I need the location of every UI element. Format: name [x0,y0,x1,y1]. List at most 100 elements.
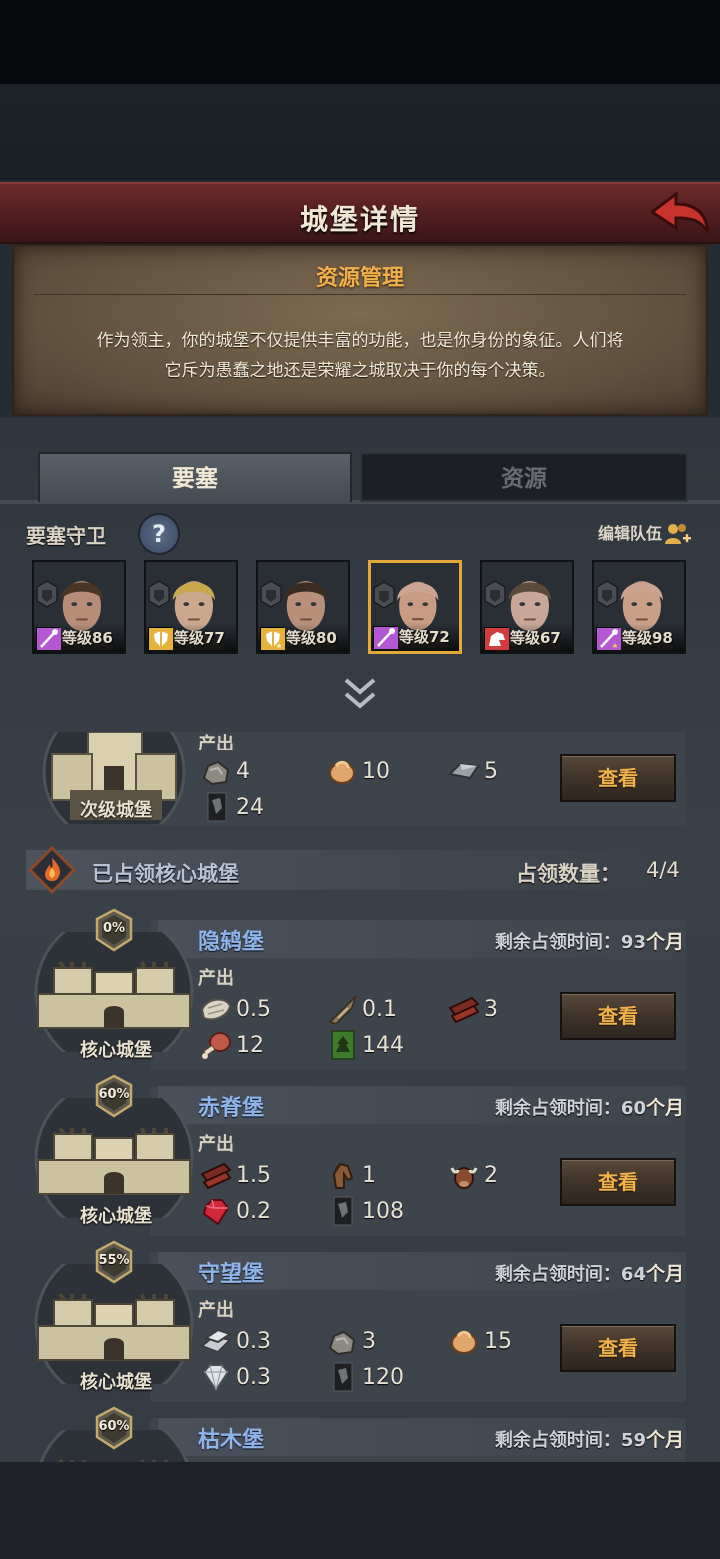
staff-star-role-icon [596,627,621,650]
wood-icon [448,994,480,1024]
back-arrow-icon[interactable] [646,188,712,240]
occupy-count: 4/4 [646,858,680,882]
resource-output: 10 [326,756,390,786]
hero-card[interactable]: 等级77 [144,560,238,654]
staff-role-icon [373,626,398,649]
resource-output: 4 [200,756,250,786]
resource-output: 2 [448,1160,498,1190]
resource-value: 12 [236,1032,264,1058]
castle-name[interactable]: 隐鸫堡 [198,924,264,956]
banner-icon [326,1196,358,1226]
resource-value: 4 [236,758,250,784]
shield-star-role-icon [260,627,285,650]
resource-output: 1.5 [200,1160,271,1190]
hero-card[interactable]: 等级86 [32,560,126,654]
tab-fortress[interactable]: 要塞 [38,452,352,502]
resource-value: 3 [362,1328,376,1354]
hero-card[interactable]: 等级80 [256,560,350,654]
page-title: 城堡详情 [299,203,420,236]
remaining-time-value: 59 [620,1430,646,1451]
resource-output: 12 [200,1030,264,1060]
hero-level: 等级67 [510,629,561,647]
ham-icon [200,1030,232,1060]
stone-icon [326,1326,358,1356]
silver-icon [200,1326,233,1356]
remaining-time-label: 剩余占领时间： [494,1098,621,1119]
resource-output: 0.3 [200,1362,271,1392]
resource-value: 120 [362,1364,404,1390]
resource-value: 108 [362,1198,404,1224]
occupy-count-label: 占领数量： [516,862,621,886]
remaining-time-unit: 个月 [645,931,684,953]
intro-line-2: 它斥为愚蠢之地还是荣耀之城取决于你的每个决策。 [164,361,556,381]
remaining-time-value: 93 [620,932,646,953]
remaining-time-unit: 个月 [645,1097,684,1119]
remaining-time-value: 64 [620,1264,646,1285]
produce-label: 产出 [198,734,234,750]
intro-description: 作为领主，你的城堡不仅提供丰富的功能，也是你身份的象征。人们将 它斥为愚蠢之地还… [44,326,676,386]
resource-value: 24 [236,794,264,820]
tab-resource[interactable]: 资源 [360,452,688,502]
divider [34,294,686,295]
resource-value: 1 [362,1162,376,1188]
game-screen: 城堡详情 资源管理 作为领主，你的城堡不仅提供丰富的功能，也是你身份的象征。人们… [0,0,720,1559]
resource-value: 0.1 [362,996,397,1022]
remaining-time-label: 剩余占领时间： [494,932,621,953]
hero-level: 等级72 [399,628,450,646]
resource-value: 0.3 [236,1328,271,1354]
view-castle-button[interactable]: 查看 [560,1324,676,1372]
hero-card[interactable]: 等级98 [592,560,686,654]
stone-icon [200,756,232,786]
remaining-time: 剩余占领时间：59个月 [495,1425,684,1452]
resource-output: 24 [200,792,264,822]
banner-icon [326,1362,358,1392]
resource-output: 15 [448,1326,512,1356]
add-team-icon [664,522,692,548]
expand-chevron-icon[interactable] [340,676,380,712]
resource-output: 3 [326,1326,376,1356]
help-icon[interactable]: ? [138,513,180,555]
core-section-title: 已占领核心城堡 [92,862,239,886]
remaining-time-value: 60 [620,1098,646,1119]
remaining-time-unit: 个月 [645,1263,684,1285]
hero-level: 等级98 [622,629,673,647]
edit-team-button[interactable]: 编辑队伍 [598,520,692,548]
remaining-time: 剩余占领时间：60个月 [495,1093,684,1120]
resource-value: 2 [484,1162,498,1188]
remaining-time-label: 剩余占领时间： [494,1264,621,1285]
secondary-view-button[interactable]: 查看 [560,754,676,802]
remaining-time: 剩余占领时间：64个月 [495,1259,684,1286]
remaining-time: 剩余占领时间：93个月 [495,927,684,954]
intro-title: 资源管理 [315,266,404,291]
edit-team-label: 编辑队伍 [597,524,662,543]
resource-output: 3 [448,994,498,1024]
produce-label: 产出 [198,1134,234,1155]
resource-value: 144 [362,1032,404,1058]
resource-output: 0.1 [326,994,397,1026]
hero-level: 等级80 [286,629,337,647]
resource-value: 15 [484,1328,512,1354]
castle-name[interactable]: 枯木堡 [198,1422,264,1454]
castle-name[interactable]: 赤脊堡 [198,1090,264,1122]
intro-line-1: 作为领主，你的城堡不仅提供丰富的功能，也是你身份的象征。人们将 [96,331,624,351]
core-castle-label: 核心城堡 [80,1372,152,1393]
hero-card[interactable]: 等级67 [480,560,574,654]
shield-role-icon [148,627,173,650]
meat-icon [326,756,358,786]
hero-card[interactable]: 等级72 [368,560,462,654]
view-castle-button[interactable]: 查看 [560,992,676,1040]
occupy-progress: 60% [98,1419,130,1434]
resource-output: 0.2 [200,1196,271,1226]
green-banner-icon [326,1030,358,1060]
class-badge-icon [36,580,58,608]
hero-level: 等级86 [62,629,113,647]
staff-role-icon [36,627,61,650]
diamond-icon [200,1362,232,1392]
bottom-bar [0,1462,720,1559]
title-bar: 城堡详情 [0,182,720,244]
occupy-progress: 55% [98,1253,130,1268]
resource-value: 1.5 [236,1162,271,1188]
view-castle-button[interactable]: 查看 [560,1158,676,1206]
resource-output: 108 [326,1196,404,1226]
castle-name[interactable]: 守望堡 [198,1256,264,1288]
